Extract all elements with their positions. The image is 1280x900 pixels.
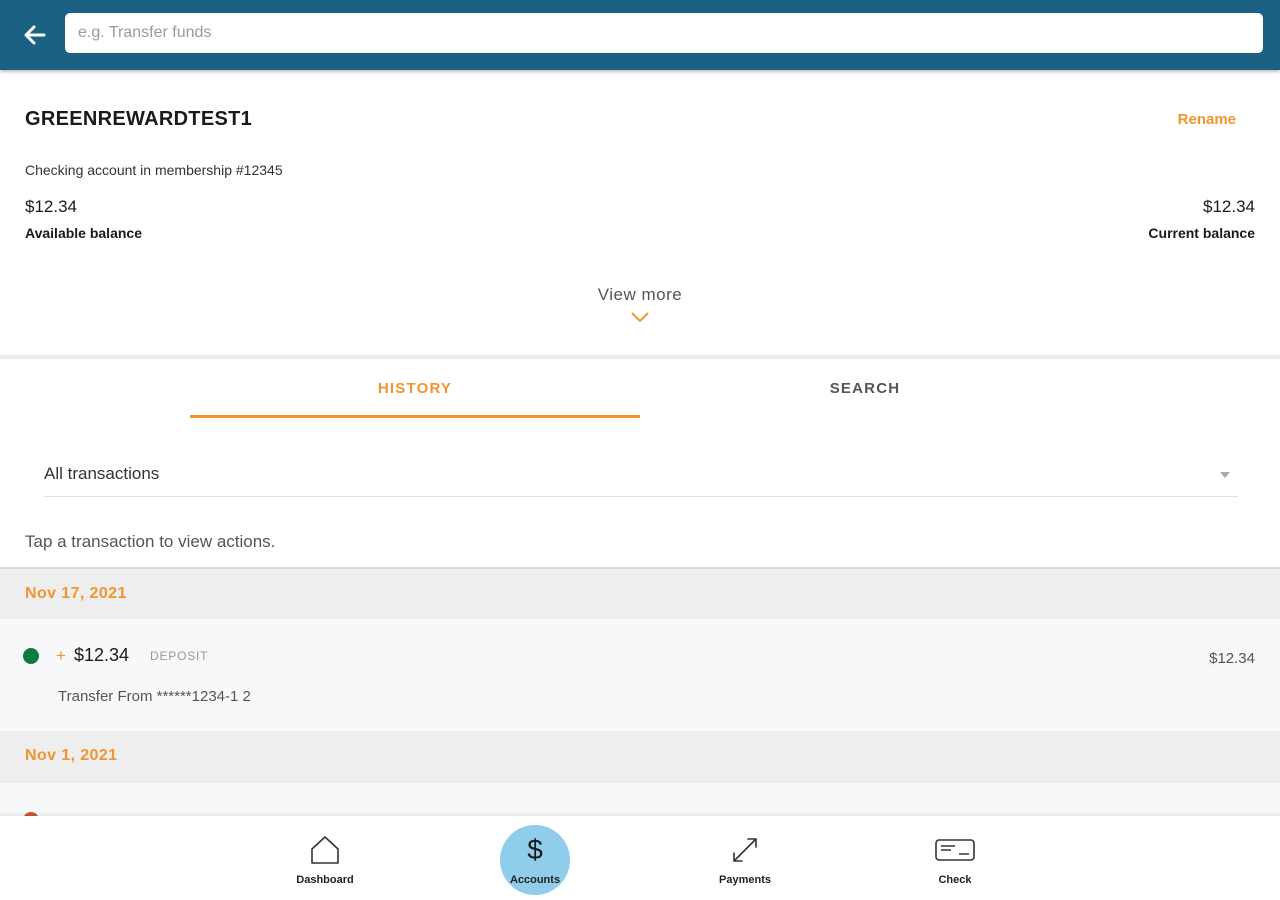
tab-history[interactable]: HISTORY [190, 360, 640, 418]
view-more-label: View more [597, 285, 683, 304]
tab-search[interactable]: SEARCH [640, 360, 1090, 418]
chevron-down-icon [631, 312, 649, 323]
section-divider [0, 355, 1280, 359]
nav-check[interactable]: Check [890, 816, 1020, 900]
transaction-filter-value: All transactions [44, 464, 160, 483]
search-input[interactable] [65, 13, 1263, 53]
transaction-description: Transfer From ******1234-1 2 [58, 688, 251, 705]
date-header: Nov 1, 2021 [0, 731, 1280, 783]
view-more-button[interactable]: View more [0, 285, 1280, 323]
nav-check-label: Check [938, 874, 972, 886]
date-header: Nov 17, 2021 [0, 567, 1280, 619]
date-header-label: Nov 1, 2021 [25, 747, 118, 764]
dollar-icon: $ [527, 834, 543, 865]
top-app-bar [0, 0, 1280, 70]
hint-text: Tap a transaction to view actions. [25, 532, 276, 551]
account-subtitle: Checking account in membership #12345 [25, 162, 283, 178]
transaction-balance: $12.34 [1209, 650, 1255, 667]
transaction-row[interactable]: + $12.34 DEPOSIT $12.34 Transfer From **… [0, 619, 1280, 731]
nav-dashboard-label: Dashboard [296, 874, 354, 886]
nav-payments-label: Payments [719, 874, 771, 886]
dropdown-caret-icon [1220, 472, 1230, 478]
transaction-filter-select[interactable]: All transactions [44, 452, 1238, 497]
transfer-arrows-icon [733, 838, 757, 862]
date-header-label: Nov 17, 2021 [25, 585, 127, 602]
back-arrow-icon[interactable] [20, 20, 50, 50]
account-name: GREENREWARDTEST1 [25, 108, 253, 130]
transaction-type: DEPOSIT [150, 649, 209, 663]
available-balance-label: Available balance [25, 225, 142, 241]
available-balance-amount: $12.34 [25, 197, 77, 216]
bottom-navigation: Dashboard $ Accounts Payments Check [0, 816, 1280, 900]
check-icon [935, 839, 975, 861]
current-balance-label: Current balance [1148, 225, 1255, 241]
status-dot-icon [23, 648, 39, 664]
transaction-amount: $12.34 [74, 645, 130, 665]
nav-accounts-label: Accounts [509, 874, 561, 886]
nav-dashboard[interactable]: Dashboard [260, 816, 390, 900]
nav-payments[interactable]: Payments [680, 816, 810, 900]
home-icon [311, 836, 339, 864]
transaction-sign: + [56, 646, 66, 665]
rename-button[interactable]: Rename [1178, 111, 1236, 128]
nav-accounts[interactable]: $ Accounts [470, 816, 600, 900]
current-balance-amount: $12.34 [1203, 197, 1255, 216]
